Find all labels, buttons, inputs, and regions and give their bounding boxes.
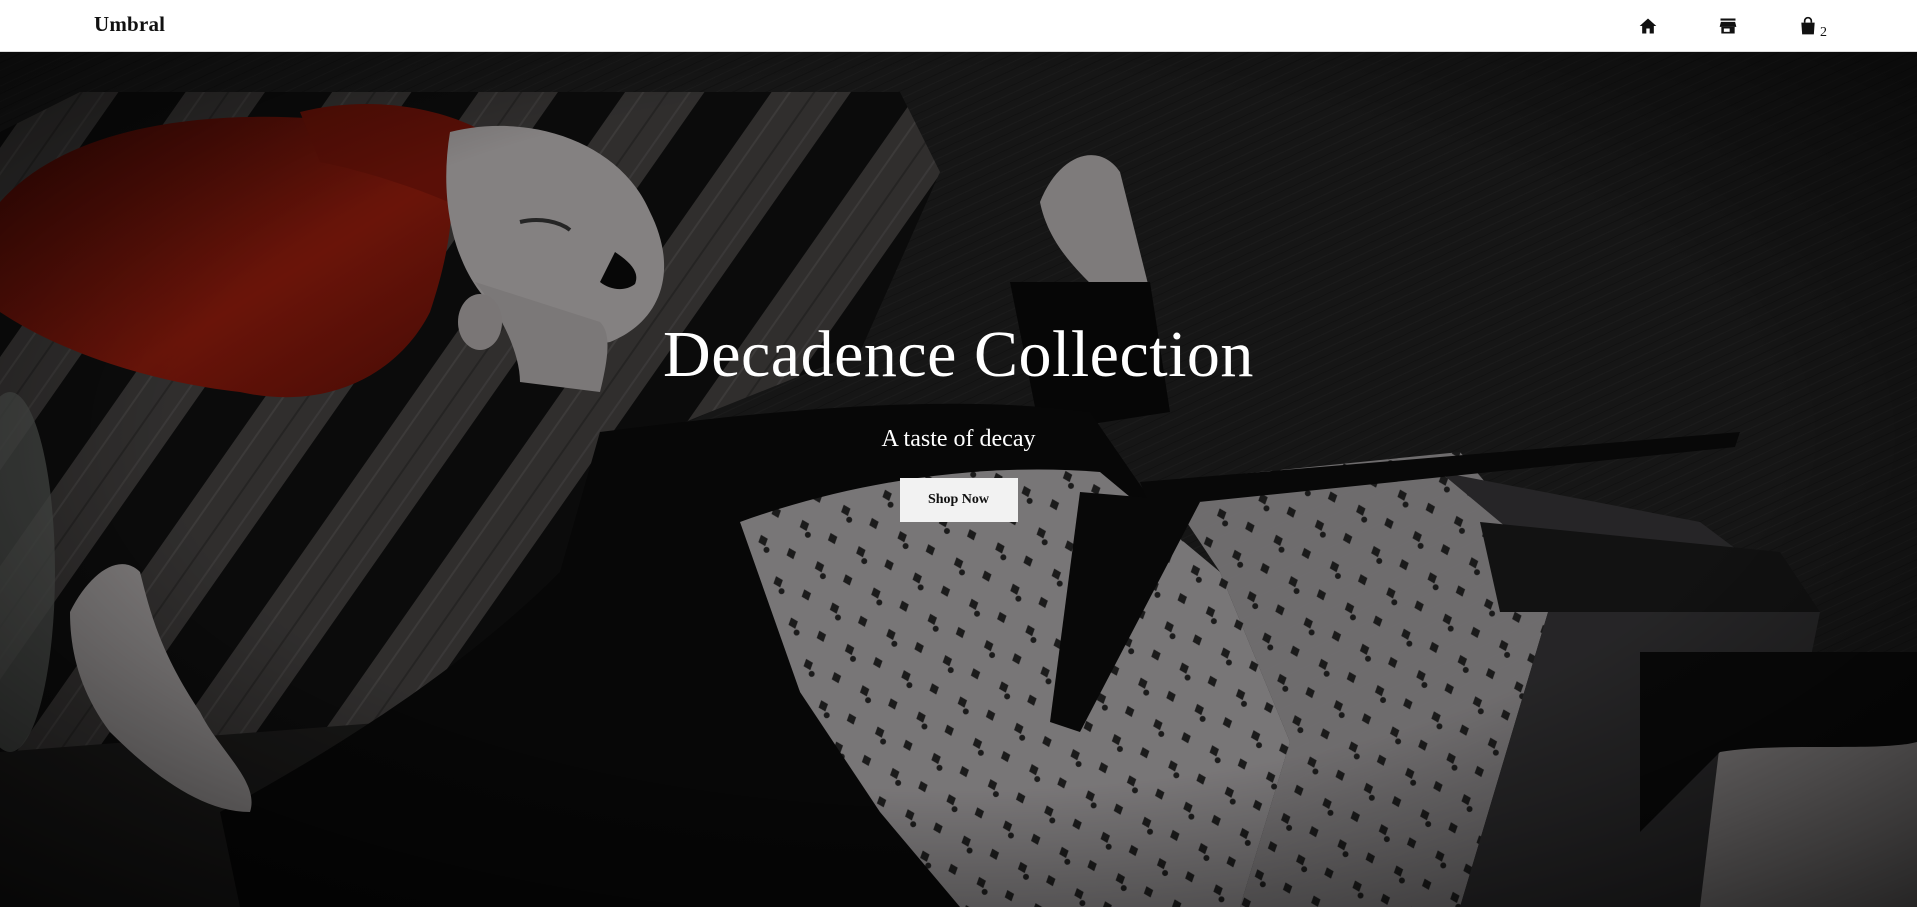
store-icon[interactable] [1718, 16, 1738, 36]
top-navbar: Umbral 2 [0, 0, 1917, 52]
shopping-bag-icon [1801, 16, 1815, 35]
brand-logo[interactable]: Umbral [94, 12, 165, 37]
hero-banner: Decadence Collection A taste of decay Sh… [0, 52, 1917, 907]
home-icon[interactable] [1638, 16, 1658, 36]
hero-subtitle: A taste of decay [881, 426, 1036, 452]
shop-now-button[interactable]: Shop Now [899, 478, 1018, 522]
hero-title: Decadence Collection [663, 318, 1254, 391]
cart-button[interactable]: 2 [1798, 16, 1827, 40]
cart-count-badge: 2 [1820, 25, 1827, 40]
hero-content: Decadence Collection A taste of decay Sh… [0, 322, 1917, 522]
nav-icons: 2 [1578, 0, 1827, 52]
